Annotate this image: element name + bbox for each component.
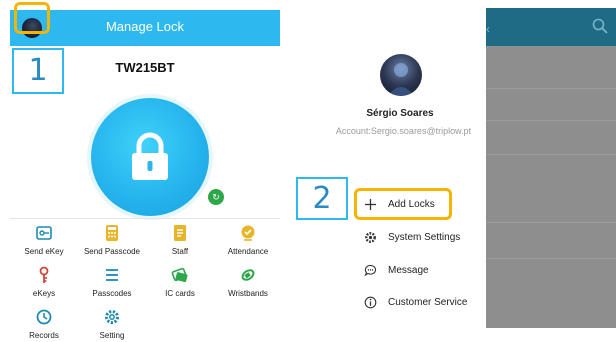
attendance-icon [241, 225, 255, 241]
grid-item-label: eKeys [32, 289, 56, 298]
grid-item-label: Passcodes [92, 289, 132, 298]
grid-item-label: Send eKey [24, 247, 64, 256]
navigation-drawer: Sérgio Soares Account:Sergio.soares@trip… [296, 0, 486, 342]
grid-item-label: Records [29, 331, 59, 340]
divider [10, 218, 280, 219]
highlight-avatar-box [14, 2, 50, 34]
staff-icon [174, 225, 186, 241]
sync-badge-icon[interactable]: ↻ [208, 189, 224, 205]
message-icon [364, 264, 377, 277]
passcode-icon [106, 225, 118, 241]
search-icon [592, 18, 608, 34]
lock-name: TW215BT [115, 60, 175, 75]
dimmed-background-overlay[interactable]: ‹ [486, 8, 616, 328]
padlock-icon [132, 132, 168, 180]
grid-item-ic-cards[interactable]: IC cards [146, 266, 214, 298]
wristbands-icon [241, 269, 255, 281]
header-bar: Manage Lock [10, 10, 280, 46]
menu-item-label: Add Locks [388, 199, 435, 210]
grid-item-wristbands[interactable]: Wristbands [214, 266, 280, 298]
grid-item-passcodes[interactable]: Passcodes [78, 266, 146, 298]
manage-lock-screen: Manage Lock 1 TW215BT ↻ Send eKey Send P… [10, 0, 280, 342]
grid-item-label: Staff [171, 247, 189, 256]
gear-icon [365, 232, 376, 243]
divider [486, 258, 616, 259]
grid-item-label: IC cards [165, 289, 195, 298]
step-number-2: 2 [296, 177, 348, 220]
user-account: Account:Sergio.soares@triplow.pt [335, 126, 472, 136]
records-icon [36, 309, 52, 325]
grid-item-ekeys[interactable]: eKeys [10, 266, 78, 298]
ekey-icon [36, 226, 52, 240]
page-title: Manage Lock [105, 19, 185, 34]
avatar-image [388, 63, 414, 96]
grid-item-records[interactable]: Records [10, 308, 78, 340]
info-icon [364, 296, 377, 309]
divider [486, 120, 616, 121]
grid-item-send-passcode[interactable]: Send Passcode [78, 224, 146, 256]
divider [486, 88, 616, 89]
grid-item-label: Attendance [227, 247, 269, 256]
menu-item-label: System Settings [388, 232, 461, 243]
grid-item-attendance[interactable]: Attendance [214, 224, 280, 256]
grid-item-label: Send Passcode [83, 247, 141, 256]
plus-icon [365, 199, 376, 210]
grid-item-label: Setting [99, 331, 125, 340]
ic-cards-icon [171, 267, 188, 283]
setting-icon [105, 310, 119, 324]
unlock-button[interactable] [91, 98, 209, 216]
chevron-left-icon: ‹ [486, 22, 490, 36]
user-name: Sérgio Soares [366, 108, 434, 119]
divider [486, 222, 616, 223]
grid-item-label: Wristbands [228, 289, 268, 298]
user-avatar[interactable] [380, 54, 422, 96]
menu-item-label: Message [388, 265, 429, 276]
dimmed-header-bar: ‹ [486, 8, 616, 46]
grid-item-setting[interactable]: Setting [78, 308, 146, 340]
grid-item-staff[interactable]: Staff [146, 224, 214, 256]
grid-item-send-ekey[interactable]: Send eKey [10, 224, 78, 256]
divider [486, 154, 616, 155]
menu-item-label: Customer Service [388, 297, 468, 308]
passcodes-icon [106, 269, 118, 281]
ekeys-icon [39, 266, 49, 283]
